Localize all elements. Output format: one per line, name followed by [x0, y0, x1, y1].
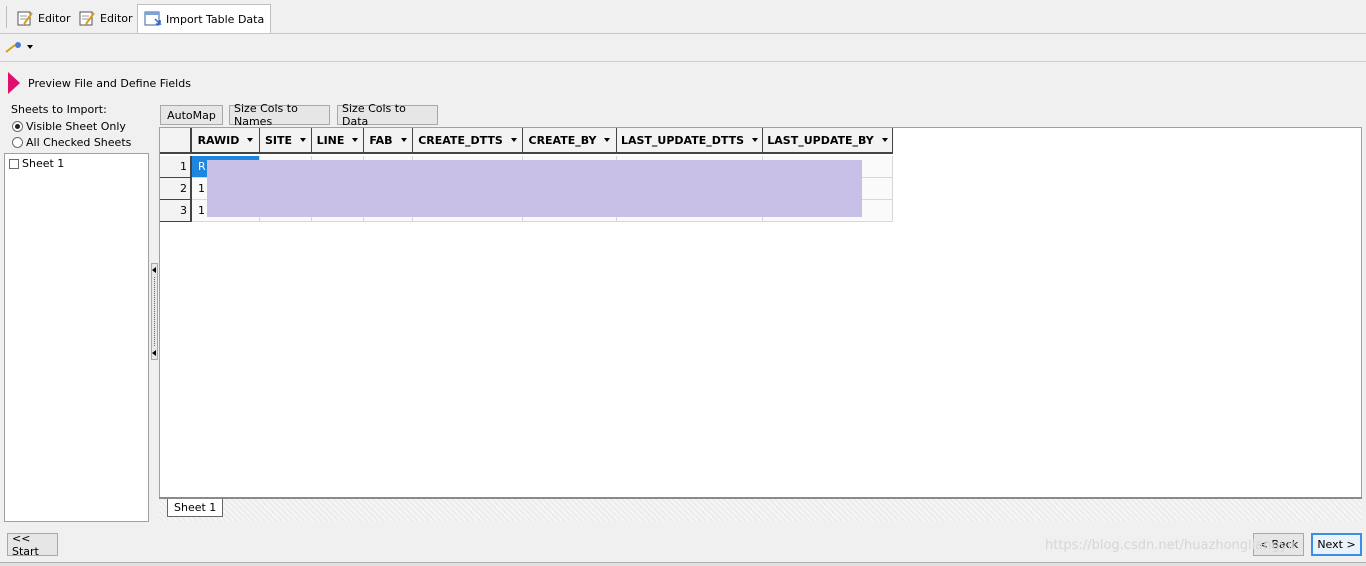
- sheet-list-item[interactable]: Sheet 1: [9, 157, 64, 170]
- tab-editor-2[interactable]: Editor: [72, 4, 139, 32]
- watermark: https://blog.csdn.net/huazhongliangyu: [1045, 538, 1296, 553]
- sheet-tab-strip: Sheet 1: [159, 497, 1362, 521]
- column-header[interactable]: SITE: [260, 128, 312, 154]
- row-header[interactable]: 2: [160, 178, 192, 200]
- step-arrow-icon: [8, 72, 20, 94]
- radio-label: Visible Sheet Only: [26, 120, 126, 133]
- tab-separator: [6, 6, 7, 28]
- panel-splitter[interactable]: [151, 263, 158, 360]
- toolbar: [0, 34, 1366, 62]
- radio-indicator: [12, 137, 23, 148]
- size-cols-to-names-button[interactable]: Size Cols to Names: [229, 102, 330, 128]
- sheet-label: Sheet 1: [22, 157, 65, 170]
- chevron-down-icon[interactable]: [352, 138, 359, 142]
- editor-icon: [17, 11, 33, 26]
- wizard-step-header: Preview File and Define Fields: [6, 70, 191, 96]
- row-header[interactable]: 3: [160, 200, 192, 222]
- tab-label: Editor: [38, 11, 71, 25]
- automap-button[interactable]: AutoMap: [160, 105, 223, 125]
- column-header[interactable]: LINE: [312, 128, 364, 154]
- tab-label: Import Table Data: [166, 12, 265, 26]
- tab-bar: Editor Editor Import Table Data: [0, 0, 1366, 34]
- redaction-overlay: [207, 160, 862, 217]
- tab-import-table-data[interactable]: Import Table Data: [137, 4, 272, 33]
- splitter-grip: [153, 277, 156, 346]
- grid-corner: [160, 128, 192, 154]
- radio-indicator: [12, 121, 23, 132]
- import-table-icon: [144, 11, 162, 26]
- status-bar: [0, 562, 1366, 566]
- column-header[interactable]: FAB: [364, 128, 413, 154]
- tab-label: Editor: [100, 11, 133, 25]
- radio-label: All Checked Sheets: [26, 136, 132, 149]
- column-header[interactable]: LAST_UPDATE_DTTS: [617, 128, 763, 154]
- collapse-left-icon: [152, 350, 156, 356]
- column-header[interactable]: LAST_UPDATE_BY: [763, 128, 893, 154]
- chevron-down-icon[interactable]: [510, 138, 517, 142]
- start-button[interactable]: << Start: [7, 532, 58, 558]
- magic-wand-icon: [5, 42, 21, 53]
- next-button[interactable]: Next >: [1311, 533, 1362, 556]
- column-header[interactable]: RAWID: [192, 128, 260, 154]
- sheet-checkbox[interactable]: [9, 158, 19, 169]
- chevron-down-icon[interactable]: [400, 138, 407, 142]
- chevron-down-icon[interactable]: [752, 138, 759, 142]
- sheets-to-import-label: Sheets to Import:: [11, 103, 107, 116]
- page-title: Preview File and Define Fields: [28, 76, 191, 90]
- radio-visible-sheet-only[interactable]: Visible Sheet Only: [12, 120, 126, 133]
- chevron-down-icon[interactable]: [300, 138, 307, 142]
- sheet-list: Sheet 1: [4, 153, 149, 522]
- chevron-down-icon: [27, 45, 33, 49]
- tab-editor-1[interactable]: Editor: [10, 4, 77, 32]
- column-header[interactable]: CREATE_BY: [523, 128, 617, 154]
- chevron-down-icon[interactable]: [881, 138, 888, 142]
- row-header[interactable]: 1: [160, 156, 192, 178]
- sheet-tab[interactable]: Sheet 1: [167, 499, 224, 517]
- collapse-left-icon: [152, 267, 156, 273]
- chevron-down-icon[interactable]: [604, 138, 611, 142]
- radio-all-checked-sheets[interactable]: All Checked Sheets: [12, 136, 131, 149]
- column-header[interactable]: CREATE_DTTS: [413, 128, 523, 154]
- size-cols-to-data-button[interactable]: Size Cols to Data: [337, 102, 438, 128]
- tool-dropdown[interactable]: [5, 41, 33, 53]
- editor-icon: [79, 11, 95, 26]
- chevron-down-icon[interactable]: [247, 138, 254, 142]
